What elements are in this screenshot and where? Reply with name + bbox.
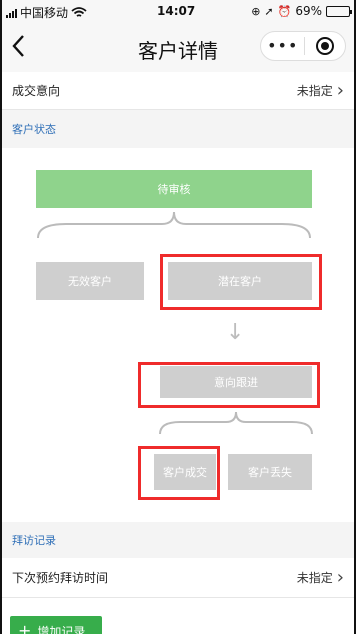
status-bar: 中国移动 14:07 ⊕ ➚ ⏰ 69%: [2, 0, 354, 22]
chevron-right-icon: ›: [336, 566, 344, 588]
deal-intent-value-text: 未指定: [296, 84, 333, 98]
status-left: 中国移动: [6, 4, 87, 21]
invalid-customer-node[interactable]: 无效客户: [36, 262, 144, 300]
plus-icon: +: [18, 621, 32, 634]
lock-rotation-icon: ⊕: [251, 4, 261, 18]
arrow-down-icon: ↓: [226, 320, 245, 345]
deal-intent-value: 未指定 ›: [296, 79, 344, 101]
next-visit-value-text: 未指定: [296, 571, 333, 585]
close-miniapp-button[interactable]: [305, 37, 345, 55]
visit-record-title: 拜访记录: [12, 534, 56, 547]
brace-bottom: [159, 411, 313, 435]
wifi-icon: [71, 6, 87, 17]
highlight-customer-deal: [138, 446, 220, 500]
next-visit-value: 未指定 ›: [296, 566, 344, 588]
customer-status-header: 客户状态: [2, 110, 354, 148]
screen: 中国移动 14:07 ⊕ ➚ ⏰ 69% 客户详情 ••• 成交意向 未指定 ›…: [0, 0, 356, 634]
chevron-right-icon: ›: [336, 79, 344, 101]
add-record-button[interactable]: + 增加记录: [10, 616, 102, 634]
alarm-icon: ⏰: [277, 4, 292, 18]
highlight-intent-follow: [138, 362, 320, 408]
location-icon: ➚: [264, 4, 274, 18]
target-icon: [316, 37, 335, 55]
add-record-label: 增加记录: [37, 624, 86, 634]
status-flow: 待审核 无效客户 潜在客户 ↓ 意向跟进 客户成交 客户丢失: [2, 148, 354, 522]
brace-top: [37, 211, 311, 239]
more-button[interactable]: •••: [261, 32, 304, 60]
nav-bar: 客户详情 •••: [2, 22, 354, 72]
deal-intent-row[interactable]: 成交意向 未指定 ›: [2, 72, 354, 110]
customer-status-title: 客户状态: [12, 123, 56, 136]
miniapp-capsule: •••: [260, 31, 346, 61]
clock: 14:07: [157, 4, 196, 18]
pending-review-node[interactable]: 待审核: [36, 170, 312, 208]
deal-intent-label: 成交意向: [12, 84, 61, 98]
next-visit-label: 下次预约拜访时间: [12, 571, 109, 585]
highlight-potential-customer: [160, 254, 322, 310]
status-right: ⊕ ➚ ⏰ 69%: [251, 4, 352, 18]
visit-record-header: 拜访记录: [2, 522, 354, 558]
signal-icon: [6, 8, 17, 18]
customer-lost-node[interactable]: 客户丢失: [228, 454, 312, 490]
battery-percent: 69%: [295, 4, 322, 18]
carrier-label: 中国移动: [20, 6, 69, 20]
battery-icon: [326, 5, 352, 17]
next-visit-row[interactable]: 下次预约拜访时间 未指定 ›: [2, 558, 354, 598]
